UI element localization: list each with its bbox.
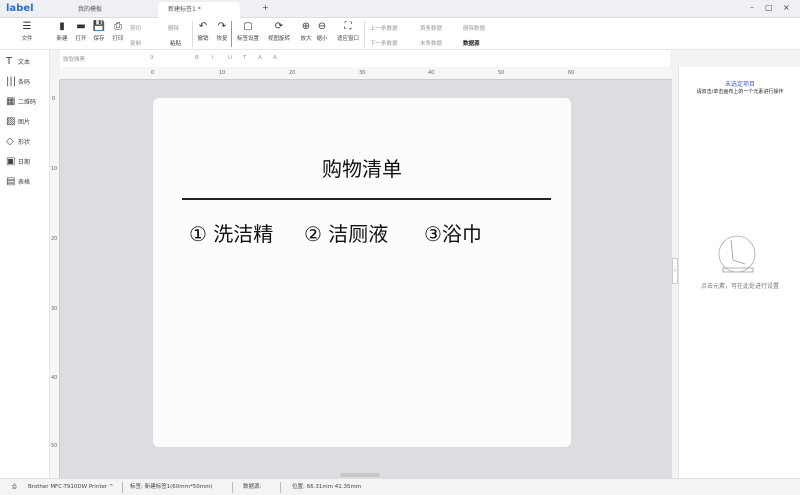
ruler-label: 0 xyxy=(52,96,56,102)
font-select[interactable]: 微软雅黑 xyxy=(63,55,85,63)
zoom-out-icon: ⊖ xyxy=(317,21,327,32)
ruler-label: 30 xyxy=(359,70,366,76)
status-bar: ⎙ Brother MFC-T910DW Printer ^ 标签: 新建标签1… xyxy=(0,478,800,495)
tab-my-templates[interactable]: 我的模板 xyxy=(68,2,158,18)
image-icon: ▨ xyxy=(6,116,16,127)
divider xyxy=(231,21,232,47)
label-size-info: 标签: 新建标签1(60mm*50mm) xyxy=(130,484,213,490)
empty-state-illustration xyxy=(718,235,756,273)
label-page[interactable]: 购物清单 ① 洗洁精 ② 洁厕液 ③浴巾 xyxy=(153,98,571,447)
datasource-info: 数据源: xyxy=(243,484,262,490)
divider xyxy=(364,21,365,47)
ruler-label: 20 xyxy=(51,236,58,242)
element-sidebar: T 文本 ||| 条码 ▦ 二维码 ▨ 图片 ◇ 形状 ▣ 日期 ▤ 表格 xyxy=(0,50,50,478)
zoom-out-button[interactable]: ⊖ 缩小 xyxy=(309,20,335,42)
delete-button[interactable]: 删除 xyxy=(168,24,179,32)
delete-data-button[interactable]: 删除数据 xyxy=(463,24,485,32)
first-record-button[interactable]: 首条数据 xyxy=(420,24,442,32)
fit-window-icon: ⛶ xyxy=(344,21,352,32)
close-button[interactable]: × xyxy=(783,3,790,12)
list-item[interactable]: ① 洗洁精 xyxy=(189,218,273,247)
ruler-label: 40 xyxy=(51,375,58,381)
panel-title: 未选定项目 xyxy=(724,81,755,88)
horizontal-scrollbar[interactable] xyxy=(340,473,380,477)
list-item[interactable]: ③浴巾 xyxy=(424,218,482,247)
properties-panel: 未选定项目 请双击/单击画布上的一个元素进行操作 点击元素，可在此处进行设置 xyxy=(678,67,800,478)
italic-button[interactable]: I xyxy=(212,55,214,61)
sidebar-item-text[interactable]: T 文本 xyxy=(6,56,30,67)
rotate-view-button[interactable]: ⟳ 视图旋转 xyxy=(264,20,294,42)
maximize-button[interactable]: ▢ xyxy=(765,3,773,12)
sidebar-item-barcode[interactable]: ||| 条码 xyxy=(6,76,30,87)
new-tab-button[interactable]: + xyxy=(262,3,269,12)
label-settings-button[interactable]: ▢ 标签设置 xyxy=(233,20,263,42)
copy-button[interactable]: 复制 xyxy=(130,39,141,47)
ruler-label: 0 xyxy=(151,70,155,76)
printer-select[interactable]: Brother MFC-T910DW Printer ^ xyxy=(28,479,113,495)
list-item[interactable]: ② 洁厕液 xyxy=(304,218,388,247)
barcode-icon: ||| xyxy=(6,76,17,87)
font-shrink-button[interactable]: A xyxy=(273,55,277,61)
table-icon: ▤ xyxy=(6,176,16,187)
title-bar: label 我的模板 新建标签1 * + – ▢ × xyxy=(0,0,800,18)
last-record-button[interactable]: 末条数据 xyxy=(420,39,442,47)
datasource-button[interactable]: 数据源 xyxy=(463,39,480,47)
bold-button[interactable]: B xyxy=(195,55,199,61)
minimize-button[interactable]: – xyxy=(750,3,754,12)
ruler-vertical: 0 10 20 30 40 50 xyxy=(50,80,60,478)
ruler-label: 50 xyxy=(498,70,505,76)
font-size-select[interactable]: 9 xyxy=(150,55,154,61)
ruler-label: 60 xyxy=(568,70,575,76)
printer-icon: ⎙ xyxy=(114,21,122,32)
divider-line[interactable] xyxy=(182,198,551,200)
printer-icon: ⎙ xyxy=(12,484,17,490)
ruler-horizontal: 0 10 20 30 40 50 60 xyxy=(60,67,672,80)
label-title-text[interactable]: 购物清单 xyxy=(153,153,571,182)
ruler-label: 10 xyxy=(51,166,58,172)
sidebar-item-shape[interactable]: ◇ 形状 xyxy=(6,136,30,147)
prev-record-button[interactable]: 上一条数据 xyxy=(370,24,398,32)
ruler-label: 40 xyxy=(428,70,435,76)
print-button[interactable]: ⎙ 打印 xyxy=(105,20,131,42)
shape-icon: ◇ xyxy=(6,136,14,147)
menu-icon: ☰ xyxy=(22,21,32,32)
toolbar: ☰ 文件 ▮ 新建 ▬ 打开 💾 保存 ⎙ 打印 剪切 复制 删除 粘贴 ↶ 撤销 ↷ 恢复 … xyxy=(0,18,800,50)
paste-button[interactable]: 粘贴 xyxy=(170,39,181,47)
label-settings-icon: ▢ xyxy=(243,21,253,32)
ruler-label: 30 xyxy=(51,306,58,312)
ruler-label: 10 xyxy=(219,70,226,76)
sidebar-item-image[interactable]: ▨ 图片 xyxy=(6,116,30,127)
next-record-button[interactable]: 下一条数据 xyxy=(370,39,398,47)
ruler-label: 20 xyxy=(289,70,296,76)
tab-new-label[interactable]: 新建标签1 * xyxy=(158,2,240,18)
strike-button[interactable]: T xyxy=(243,55,246,61)
ruler-label: 50 xyxy=(51,443,58,449)
underline-button[interactable]: U xyxy=(228,55,232,61)
format-bar: 微软雅黑 9 B I U T A A xyxy=(60,50,670,67)
panel-hint: 请双击/单击画布上的一个元素进行操作 xyxy=(696,89,784,95)
text-icon: T xyxy=(6,56,13,67)
rotate-icon: ⟳ xyxy=(274,21,284,32)
fit-window-button[interactable]: ⛶ 适应窗口 xyxy=(333,20,363,42)
sidebar-item-table[interactable]: ▤ 表格 xyxy=(6,176,30,187)
file-menu-button[interactable]: ☰ 文件 xyxy=(14,20,40,42)
sidebar-item-date[interactable]: ▣ 日期 xyxy=(6,156,30,167)
cut-button[interactable]: 剪切 xyxy=(130,24,141,32)
empty-state-text: 点击元素，可在此处进行设置 xyxy=(700,283,779,290)
date-icon: ▣ xyxy=(6,156,16,167)
sidebar-item-qrcode[interactable]: ▦ 二维码 xyxy=(6,96,36,107)
cursor-position: 位置: 66.31mm 41.35mm xyxy=(292,484,362,490)
font-grow-button[interactable]: A xyxy=(258,55,262,61)
app-logo: label xyxy=(6,3,34,14)
qrcode-icon: ▦ xyxy=(6,96,16,107)
